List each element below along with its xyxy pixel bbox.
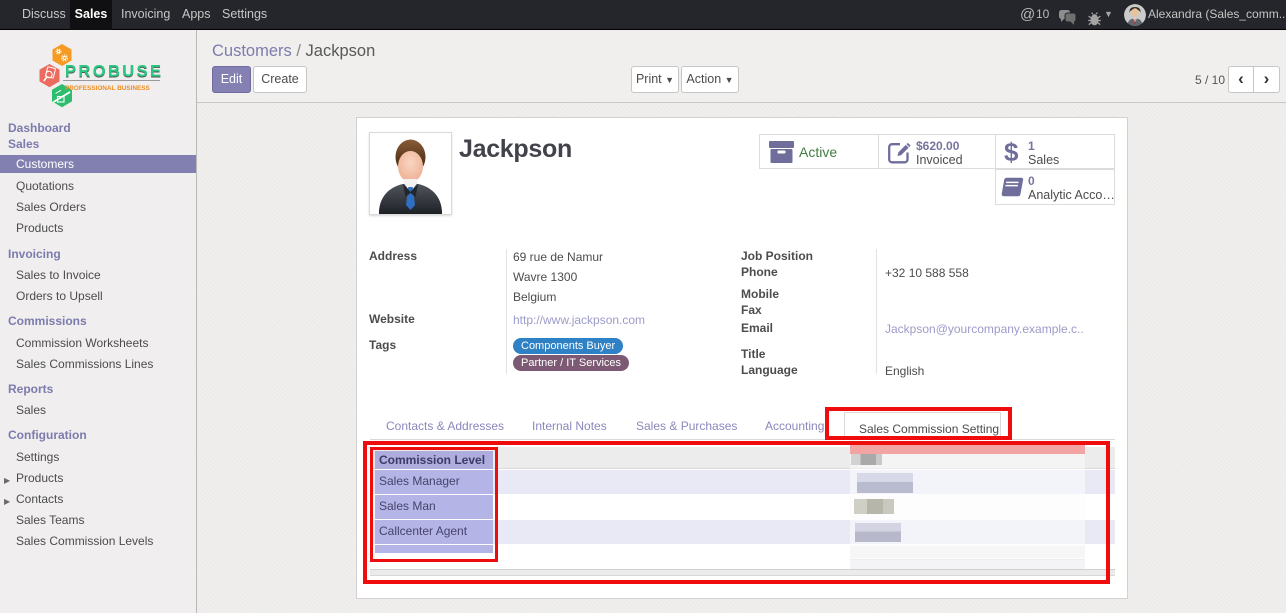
svg-text:PROBUSE: PROBUSE xyxy=(65,63,163,81)
svg-text:PROFESSIONAL BUSINESS: PROFESSIONAL BUSINESS xyxy=(65,85,150,92)
